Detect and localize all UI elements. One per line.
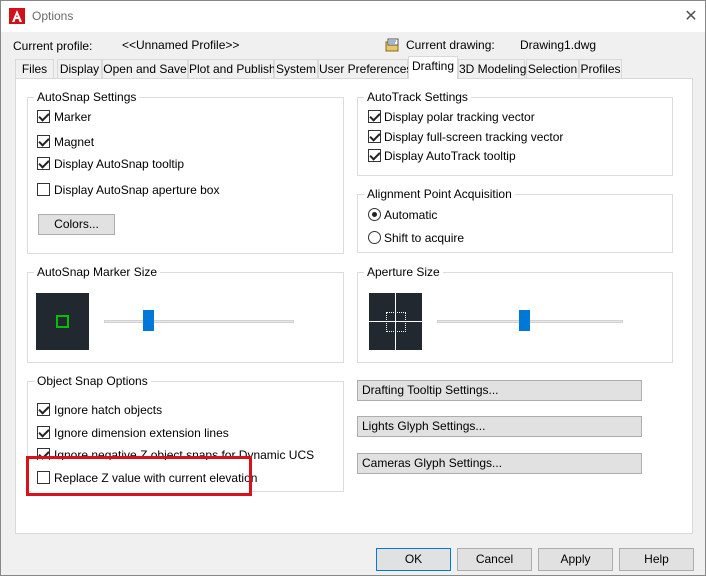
apply-button[interactable]: Apply <box>538 548 613 571</box>
ignore-dimension-checkbox[interactable] <box>37 426 50 439</box>
tab-drafting[interactable]: Drafting <box>408 56 458 79</box>
aperture-size-title: Aperture Size <box>364 265 443 279</box>
shift-to-acquire-radio[interactable] <box>368 231 381 244</box>
tab-plot-and-publish[interactable]: Plot and Publish <box>188 59 276 78</box>
current-profile-value: <<Unnamed Profile>> <box>122 38 240 52</box>
ignore-hatch-checkbox[interactable] <box>37 403 50 416</box>
tab-display[interactable]: Display <box>57 59 102 78</box>
tab-files[interactable]: Files <box>15 59 54 78</box>
autotrack-settings-title: AutoTrack Settings <box>364 90 471 104</box>
drafting-tooltip-settings-button[interactable]: Drafting Tooltip Settings... <box>357 380 642 401</box>
tab-selection[interactable]: Selection <box>526 59 579 78</box>
cancel-button[interactable]: Cancel <box>457 548 532 571</box>
close-icon[interactable]: ✕ <box>681 7 701 27</box>
aperture-box-checkbox[interactable] <box>37 183 50 196</box>
marker-size-title: AutoSnap Marker Size <box>34 265 161 279</box>
marker-size-slider-thumb[interactable] <box>143 310 154 331</box>
polar-tracking-checkbox[interactable] <box>368 110 381 123</box>
colors-button[interactable]: Colors... <box>38 214 115 235</box>
tab-system[interactable]: System <box>274 59 318 78</box>
highlight-annotation-box <box>26 456 252 496</box>
marker-preview <box>36 293 89 350</box>
automatic-label: Automatic <box>384 208 438 222</box>
aperture-box-icon <box>386 312 406 332</box>
autosnap-settings-title: AutoSnap Settings <box>34 90 140 104</box>
drawing-icon <box>385 38 399 52</box>
magnet-checkbox[interactable] <box>37 135 50 148</box>
lights-glyph-settings-button[interactable]: Lights Glyph Settings... <box>357 416 642 437</box>
tab-3d-modeling[interactable]: 3D Modeling <box>458 59 526 78</box>
autotrack-tooltip-label: Display AutoTrack tooltip <box>384 149 516 163</box>
window-title: Options <box>32 9 74 23</box>
marker-label: Marker <box>54 110 92 124</box>
alignment-acquisition-title: Alignment Point Acquisition <box>364 187 515 201</box>
fullscreen-tracking-checkbox[interactable] <box>368 130 381 143</box>
polar-tracking-label: Display polar tracking vector <box>384 110 535 124</box>
ignore-dimension-label: Ignore dimension extension lines <box>54 426 229 440</box>
fullscreen-tracking-label: Display full-screen tracking vector <box>384 130 564 144</box>
ok-button[interactable]: OK <box>376 548 451 571</box>
current-drawing-label: Current drawing: <box>406 38 495 52</box>
autosnap-tooltip-checkbox[interactable] <box>37 157 50 170</box>
ignore-hatch-label: Ignore hatch objects <box>54 403 163 417</box>
help-button[interactable]: Help <box>619 548 694 571</box>
magnet-label: Magnet <box>54 135 95 149</box>
options-dialog: Options ✕ Current profile: <<Unnamed Pro… <box>0 0 706 576</box>
aperture-size-slider-thumb[interactable] <box>519 310 530 331</box>
current-profile-label: Current profile: <box>13 39 93 53</box>
automatic-radio[interactable] <box>368 208 381 221</box>
autosnap-tooltip-label: Display AutoSnap tooltip <box>54 157 185 171</box>
aperture-box-label: Display AutoSnap aperture box <box>54 183 220 197</box>
cameras-glyph-settings-button[interactable]: Cameras Glyph Settings... <box>357 453 642 474</box>
marker-size-track[interactable] <box>104 320 294 323</box>
aperture-preview <box>369 293 422 350</box>
tab-profiles[interactable]: Profiles <box>579 59 622 78</box>
tab-user-preferences[interactable]: User Preferences <box>318 59 412 78</box>
autotrack-tooltip-checkbox[interactable] <box>368 149 381 162</box>
title-bar: Options ✕ <box>1 1 705 32</box>
autocad-logo-icon <box>9 8 25 24</box>
aperture-size-track[interactable] <box>437 320 623 323</box>
marker-checkbox[interactable] <box>37 110 50 123</box>
shift-to-acquire-label: Shift to acquire <box>384 231 465 245</box>
tab-open-and-save[interactable]: Open and Save <box>102 59 188 78</box>
object-snap-options-title: Object Snap Options <box>34 374 151 388</box>
current-drawing-value: Drawing1.dwg <box>520 38 597 52</box>
marker-square-icon <box>56 315 69 328</box>
